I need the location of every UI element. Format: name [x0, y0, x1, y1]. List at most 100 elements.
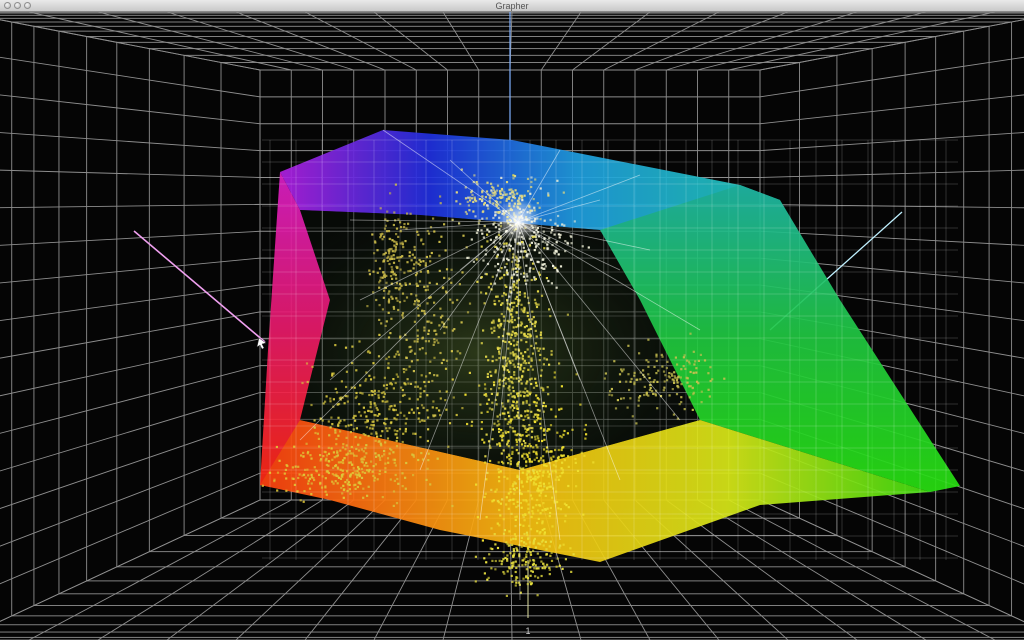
scatter-point: [527, 490, 530, 493]
scatter-point: [495, 488, 498, 491]
scatter-point: [401, 314, 404, 317]
scatter-point: [695, 367, 698, 370]
scatter-point: [494, 214, 497, 217]
scatter-point: [375, 455, 378, 458]
scatter-point: [549, 506, 552, 510]
scatter-point: [385, 230, 389, 233]
scatter-point: [525, 575, 528, 578]
scatter-point: [436, 457, 439, 460]
scatter-point: [497, 461, 500, 464]
scatter-point: [557, 233, 560, 236]
scatter-point: [418, 264, 422, 267]
scatter-point: [490, 527, 493, 530]
scatter-point: [426, 285, 429, 288]
scatter-point: [628, 388, 631, 392]
scatter-point: [569, 547, 572, 550]
scatter-point: [505, 496, 508, 499]
scatter-point: [506, 477, 509, 480]
scatter-point: [365, 452, 368, 455]
scatter-point: [426, 229, 429, 233]
scatter-point: [534, 546, 537, 549]
scatter-point: [531, 497, 534, 500]
scatter-point: [511, 450, 514, 453]
scatter-point: [378, 318, 381, 321]
scatter-point: [382, 296, 385, 299]
scatter-point: [533, 235, 536, 238]
scatter-point: [515, 377, 518, 380]
scatter-point: [534, 475, 537, 478]
scatter-point: [479, 403, 482, 406]
scatter-point: [514, 560, 517, 563]
scatter-point: [676, 381, 679, 384]
3d-plot-canvas[interactable]: 1: [0, 12, 1024, 640]
scatter-point: [511, 485, 514, 488]
scatter-point: [526, 279, 529, 282]
scatter-point: [543, 219, 546, 222]
scatter-point: [513, 416, 516, 419]
scatter-point: [507, 445, 510, 448]
scatter-point: [337, 461, 340, 464]
scatter-point: [523, 367, 526, 370]
scatter-point: [529, 528, 533, 531]
scatter-point: [663, 380, 666, 383]
scatter-point: [513, 552, 516, 555]
scatter-point: [470, 238, 473, 241]
scatter-point: [560, 472, 563, 475]
scatter-point: [498, 430, 501, 433]
scatter-point: [540, 456, 543, 459]
scatter-point: [343, 488, 346, 491]
scatter-point: [421, 337, 424, 340]
scatter-point: [498, 347, 501, 350]
scatter-point: [392, 261, 396, 264]
scatter-point: [368, 427, 372, 430]
scatter-point: [396, 350, 399, 353]
scatter-point: [358, 403, 361, 406]
scatter-point: [524, 444, 527, 447]
scatter-point: [441, 287, 444, 290]
scatter-point: [491, 194, 494, 197]
scatter-point: [378, 333, 381, 336]
scatter-point: [401, 389, 404, 392]
scatter-point: [515, 566, 518, 569]
scatter-point: [550, 559, 554, 562]
scatter-point: [360, 458, 363, 461]
scatter-point: [566, 313, 569, 316]
scatter-point: [533, 539, 536, 542]
scatter-point: [320, 486, 324, 489]
scatter-point: [419, 260, 422, 263]
scatter-point: [374, 463, 377, 466]
scatter-point: [481, 210, 484, 214]
scatter-point: [534, 178, 537, 181]
scatter-point: [373, 376, 376, 379]
scatter-point: [530, 278, 533, 282]
scatter-point: [534, 277, 537, 281]
scatter-point: [570, 235, 573, 239]
scatter-point: [510, 313, 513, 316]
title-bar[interactable]: Grapher: [0, 0, 1024, 12]
scatter-point: [523, 544, 526, 547]
scatter-point: [371, 427, 374, 430]
scatter-point: [675, 379, 678, 382]
scatter-point: [344, 448, 347, 451]
scatter-point: [527, 433, 530, 437]
scatter-point: [526, 469, 529, 473]
scatter-point: [547, 475, 550, 478]
scatter-point: [539, 353, 542, 356]
scatter-point: [527, 545, 530, 549]
scatter-point: [345, 444, 348, 447]
scatter-point: [378, 472, 381, 476]
scatter-point: [424, 340, 427, 343]
scatter-point: [367, 409, 370, 412]
scatter-point: [535, 478, 538, 481]
scatter-point: [563, 429, 566, 433]
scatter-point: [498, 326, 501, 329]
scatter-point: [375, 431, 378, 434]
scatter-point: [486, 233, 489, 236]
scatter-point: [553, 371, 556, 374]
scatter-point: [537, 413, 540, 417]
scatter-point: [313, 478, 316, 482]
scatter-point: [414, 300, 417, 303]
scatter-point: [327, 464, 330, 467]
scatter-point: [534, 342, 538, 345]
scatter-point: [554, 459, 557, 463]
